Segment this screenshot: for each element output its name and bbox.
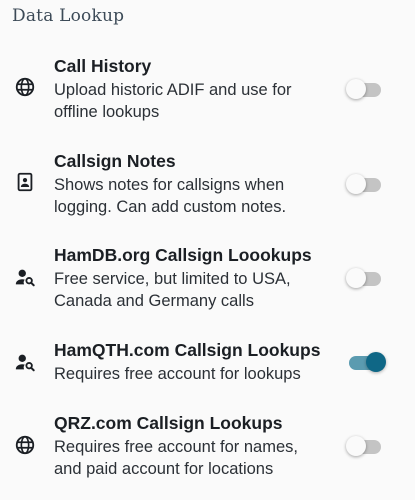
setting-row-hamdb[interactable]: HamDB.org Callsign Loookups Free service…	[0, 244, 415, 314]
setting-row-callsign-notes[interactable]: Callsign Notes Shows notes for callsigns…	[0, 150, 415, 220]
setting-row-qrz[interactable]: QRZ.com Callsign Lookups Requires free a…	[0, 412, 415, 482]
toggle-thumb	[346, 79, 366, 99]
globe-icon	[14, 76, 36, 98]
setting-title: HamQTH.com Callsign Lookups	[54, 340, 321, 360]
setting-description: Shows notes for callsigns when logging. …	[54, 176, 287, 216]
setting-row-call-history[interactable]: Call History Upload historic ADIF and us…	[0, 55, 415, 125]
globe-icon	[14, 434, 36, 456]
setting-row-hamqth[interactable]: HamQTH.com Callsign Lookups Requires fre…	[0, 339, 415, 387]
setting-description: Upload historic ADIF and use for offline…	[54, 81, 292, 121]
call-history-toggle[interactable]	[346, 76, 384, 102]
setting-title: Call History	[54, 56, 152, 76]
hamqth-toggle[interactable]	[346, 349, 386, 375]
person-search-icon	[14, 351, 36, 373]
section-title: Data Lookup	[12, 6, 125, 26]
toggle-thumb	[346, 174, 366, 194]
setting-title: HamDB.org Callsign Loookups	[54, 245, 312, 265]
setting-description: Free service, but limited to USA, Canada…	[54, 270, 291, 310]
person-search-icon	[14, 266, 36, 288]
toggle-thumb	[366, 352, 386, 372]
hamdb-toggle[interactable]	[346, 265, 384, 291]
setting-description: Requires free account for lookups	[54, 365, 301, 383]
toggle-thumb	[346, 268, 366, 288]
setting-title: QRZ.com Callsign Lookups	[54, 413, 283, 433]
setting-description: Requires free account for names, and pai…	[54, 438, 298, 478]
callsign-notes-toggle[interactable]	[346, 171, 384, 197]
qrz-toggle[interactable]	[346, 433, 384, 459]
contact-card-icon	[14, 171, 36, 193]
toggle-thumb	[346, 436, 366, 456]
setting-title: Callsign Notes	[54, 151, 176, 171]
